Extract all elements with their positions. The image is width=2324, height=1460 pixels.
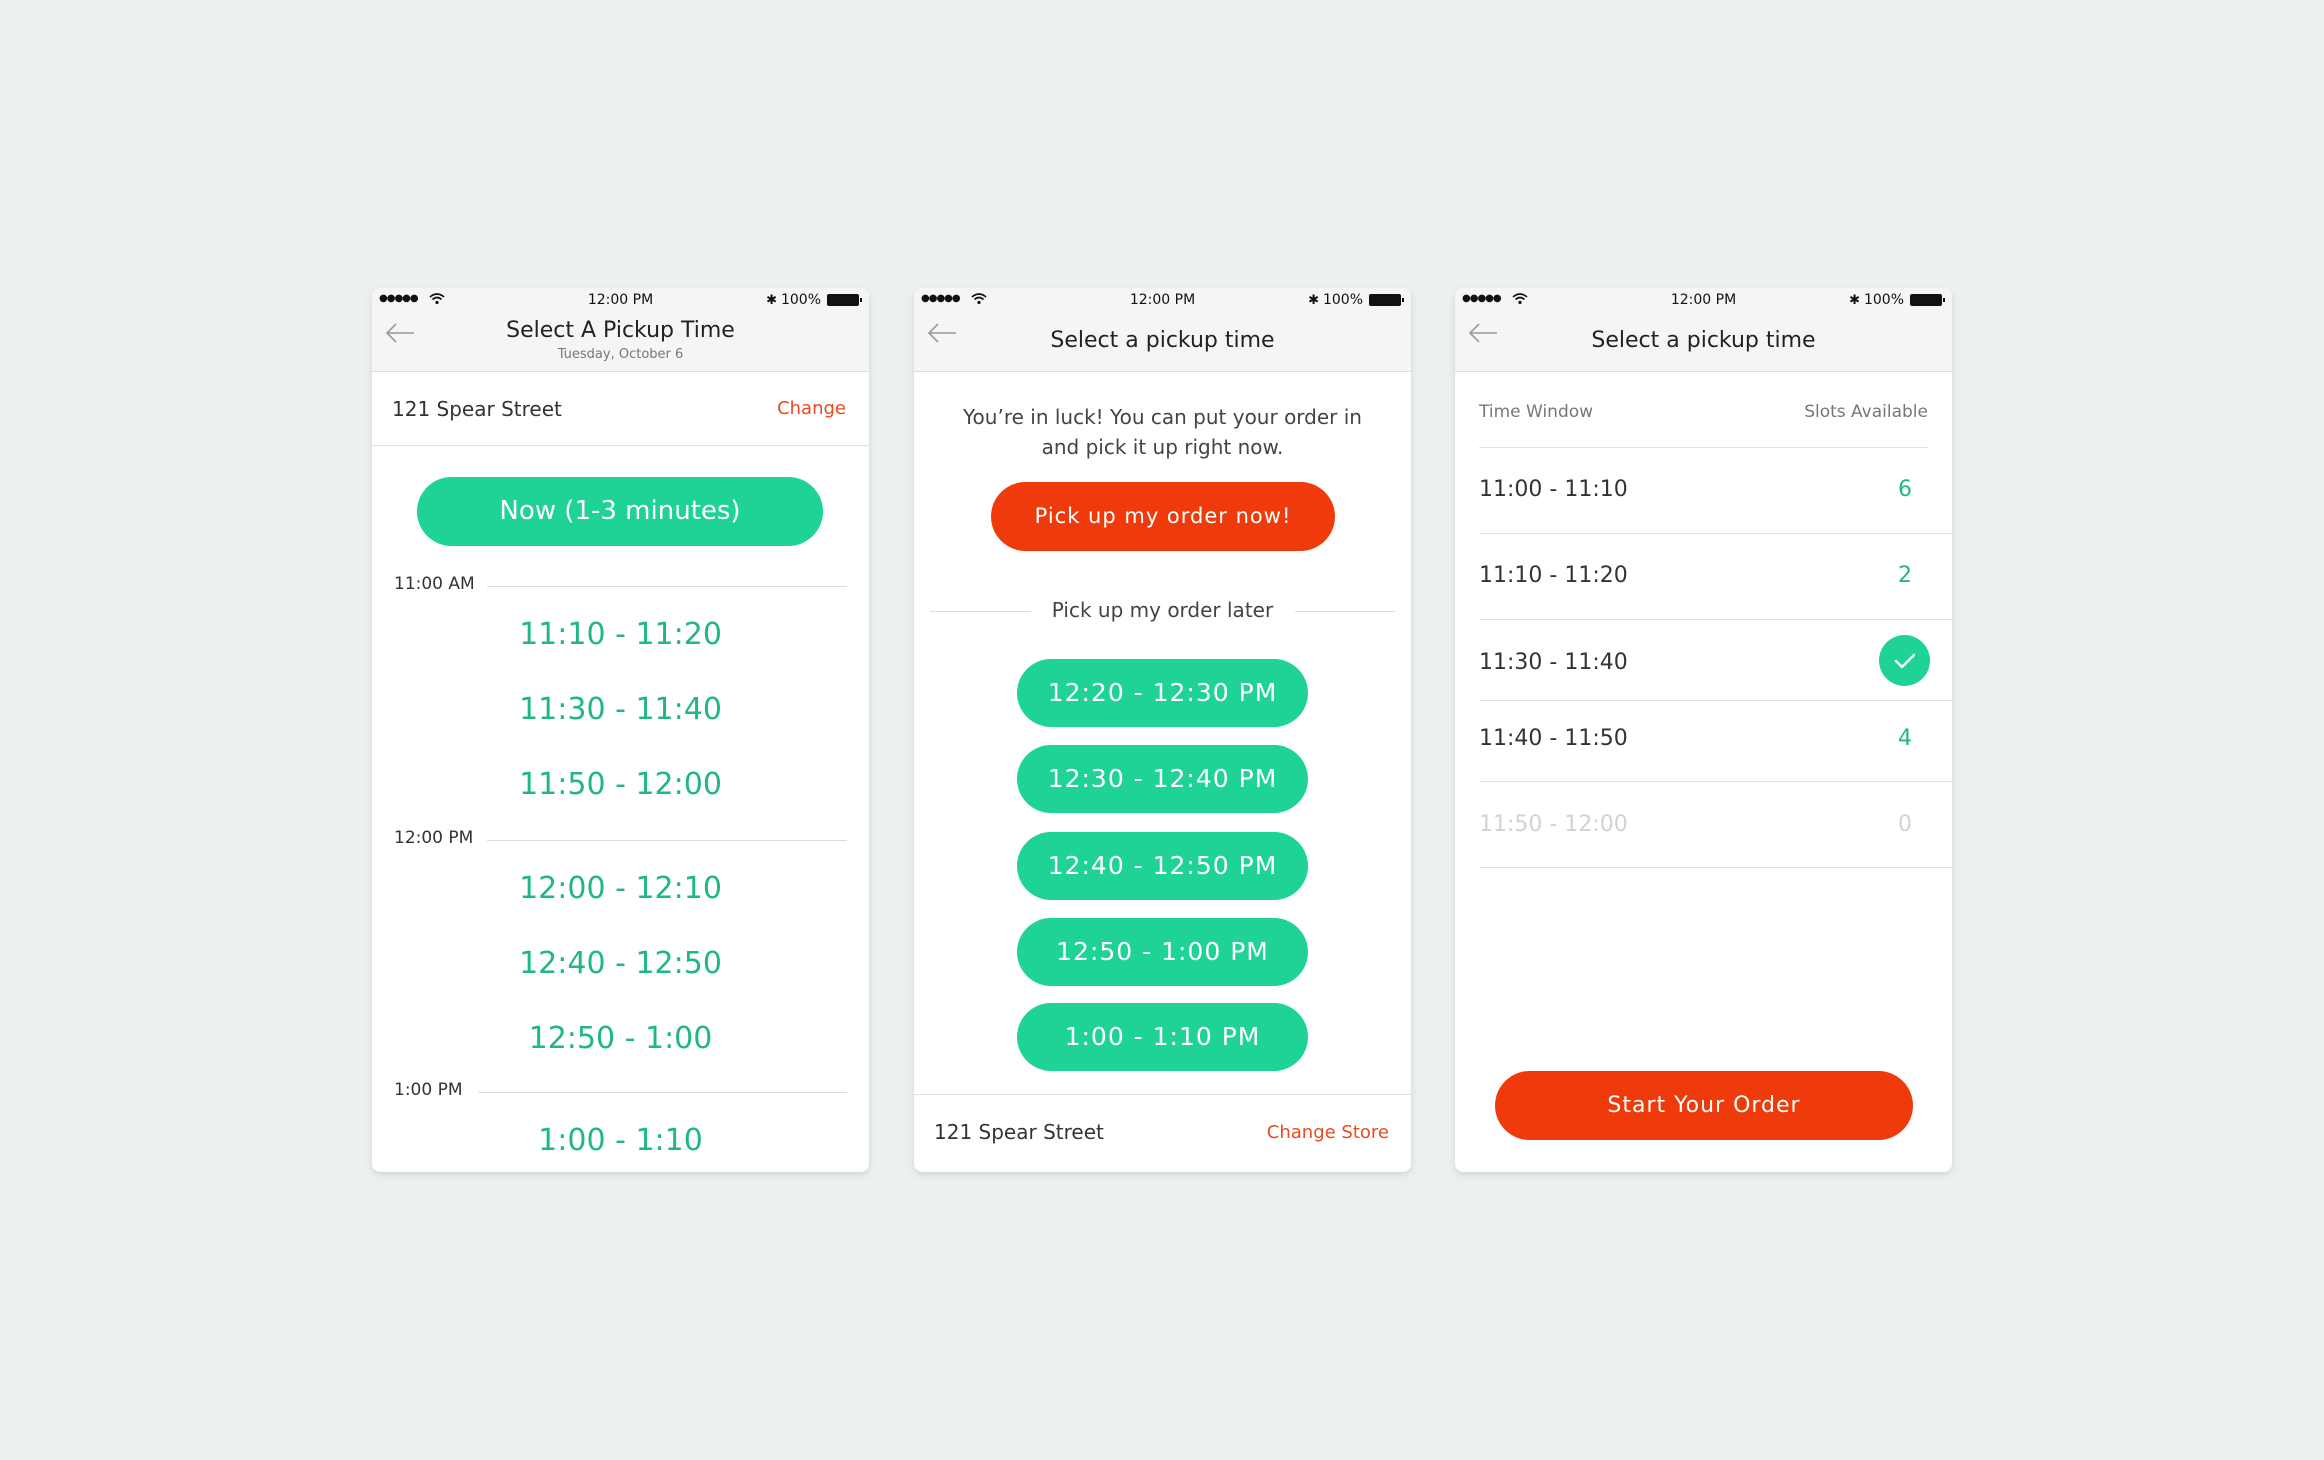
screen-time-window-table: ●●●●● 12:00 PM ✱ 100% Select a pickup ti… (1455, 288, 1952, 1172)
screen-select-pickup-time-list: ●●●●● 12:00 PM ✱ 100% Select A Pickup Ti… (372, 288, 869, 1172)
row-slots-count: 4 (1898, 726, 1912, 751)
nav-bar: ●●●●● 12:00 PM ✱ 100% Select A Pickup Ti… (372, 288, 869, 372)
time-slot-link[interactable]: 11:30 - 11:40 (372, 692, 869, 727)
page-title: Select a pickup time (1050, 328, 1275, 353)
row-time-window: 11:40 - 11:50 (1479, 726, 1628, 751)
table-header: Time Window Slots Available (1479, 372, 1928, 448)
bluetooth-icon: ✱ (766, 292, 777, 308)
screen-pickup-now-or-later: ●●●●● 12:00 PM ✱ 100% Select a pickup ti… (914, 288, 1411, 1172)
check-icon (1879, 635, 1930, 686)
column-header-slots: Slots Available (1804, 402, 1928, 422)
nav-bar: ●●●●● 12:00 PM ✱ 100% Select a pickup ti… (914, 288, 1411, 372)
battery-icon (1910, 294, 1945, 306)
battery-percent: 100% (1863, 292, 1904, 308)
time-slot-link[interactable]: 11:50 - 12:00 (372, 767, 869, 802)
row-time-window: 11:50 - 12:00 (1479, 812, 1628, 837)
table-row[interactable]: 11:40 - 11:50 4 (1479, 701, 1952, 782)
change-store-link[interactable]: Change Store (1267, 1122, 1389, 1143)
time-slot-button[interactable]: 1:00 - 1:10 PM (1017, 1003, 1308, 1071)
section-divider (478, 1092, 847, 1093)
availability-line: and pick it up right now. (1041, 435, 1284, 459)
time-slot-button[interactable]: 12:20 - 12:30 PM (1017, 659, 1308, 727)
row-slots-count: 6 (1898, 477, 1912, 502)
page-subtitle: Tuesday, October 6 (557, 347, 684, 362)
time-slot-button[interactable]: 12:30 - 12:40 PM (1017, 745, 1308, 813)
table-row[interactable]: 11:10 - 11:20 2 (1479, 534, 1952, 620)
time-slot-link[interactable]: 12:00 - 12:10 (372, 871, 869, 906)
time-slot-link[interactable]: 1:00 - 1:10 (372, 1123, 869, 1158)
time-slot-button[interactable]: 12:50 - 1:00 PM (1017, 918, 1308, 986)
column-header-time: Time Window (1479, 402, 1594, 422)
section-label: 11:00 AM (394, 574, 475, 594)
section-label: 1:00 PM (394, 1080, 463, 1100)
battery-icon (1369, 294, 1404, 306)
row-slots-count: 0 (1898, 812, 1912, 837)
time-slot-link[interactable]: 12:50 - 1:00 (372, 1021, 869, 1056)
availability-message: You’re in luck! You can put your order i… (944, 402, 1381, 462)
time-slot-link[interactable]: 12:40 - 12:50 (372, 946, 869, 981)
battery-percent: 100% (780, 292, 821, 308)
table-row-selected[interactable]: 11:30 - 11:40 (1479, 620, 1952, 701)
section-label: 12:00 PM (394, 828, 474, 848)
section-divider (487, 586, 847, 587)
status-bar: ●●●●● 12:00 PM ✱ 100% (1455, 288, 1952, 314)
status-bar: ●●●●● 12:00 PM ✱ 100% (372, 288, 869, 314)
battery-percent: 100% (1322, 292, 1363, 308)
start-order-button[interactable]: Start Your Order (1495, 1071, 1913, 1140)
availability-line: You’re in luck! You can put your order i… (963, 405, 1362, 429)
change-store-link[interactable]: Change (777, 398, 846, 419)
time-slot-link[interactable]: 11:10 - 11:20 (372, 617, 869, 652)
status-bar: ●●●●● 12:00 PM ✱ 100% (914, 288, 1411, 314)
time-slot-button[interactable]: 12:40 - 12:50 PM (1017, 832, 1308, 900)
bluetooth-icon: ✱ (1849, 292, 1860, 308)
store-address-row: 121 Spear Street Change (372, 372, 869, 446)
battery-icon (827, 294, 862, 306)
row-time-window: 11:30 - 11:40 (1479, 650, 1628, 675)
pickup-now-button[interactable]: Pick up my order now! (991, 482, 1335, 551)
store-footer: 121 Spear Street Change Store (914, 1094, 1411, 1172)
row-time-window: 11:10 - 11:20 (1479, 563, 1628, 588)
row-slots-count: 2 (1898, 563, 1912, 588)
nav-bar: ●●●●● 12:00 PM ✱ 100% Select a pickup ti… (1455, 288, 1952, 372)
table-row[interactable]: 11:00 - 11:10 6 (1479, 448, 1952, 534)
section-divider (487, 840, 847, 841)
row-time-window: 11:00 - 11:10 (1479, 477, 1628, 502)
store-address: 121 Spear Street (392, 397, 562, 421)
pickup-later-label: Pick up my order later (1051, 598, 1274, 622)
now-pickup-button[interactable]: Now (1-3 minutes) (417, 477, 823, 546)
table-row-disabled: 11:50 - 12:00 0 (1479, 782, 1952, 868)
page-title: Select a pickup time (1591, 328, 1816, 353)
divider-right (1295, 611, 1395, 612)
bluetooth-icon: ✱ (1308, 292, 1319, 308)
page-title: Select A Pickup Time (506, 318, 735, 343)
store-address: 121 Spear Street (934, 1120, 1104, 1144)
